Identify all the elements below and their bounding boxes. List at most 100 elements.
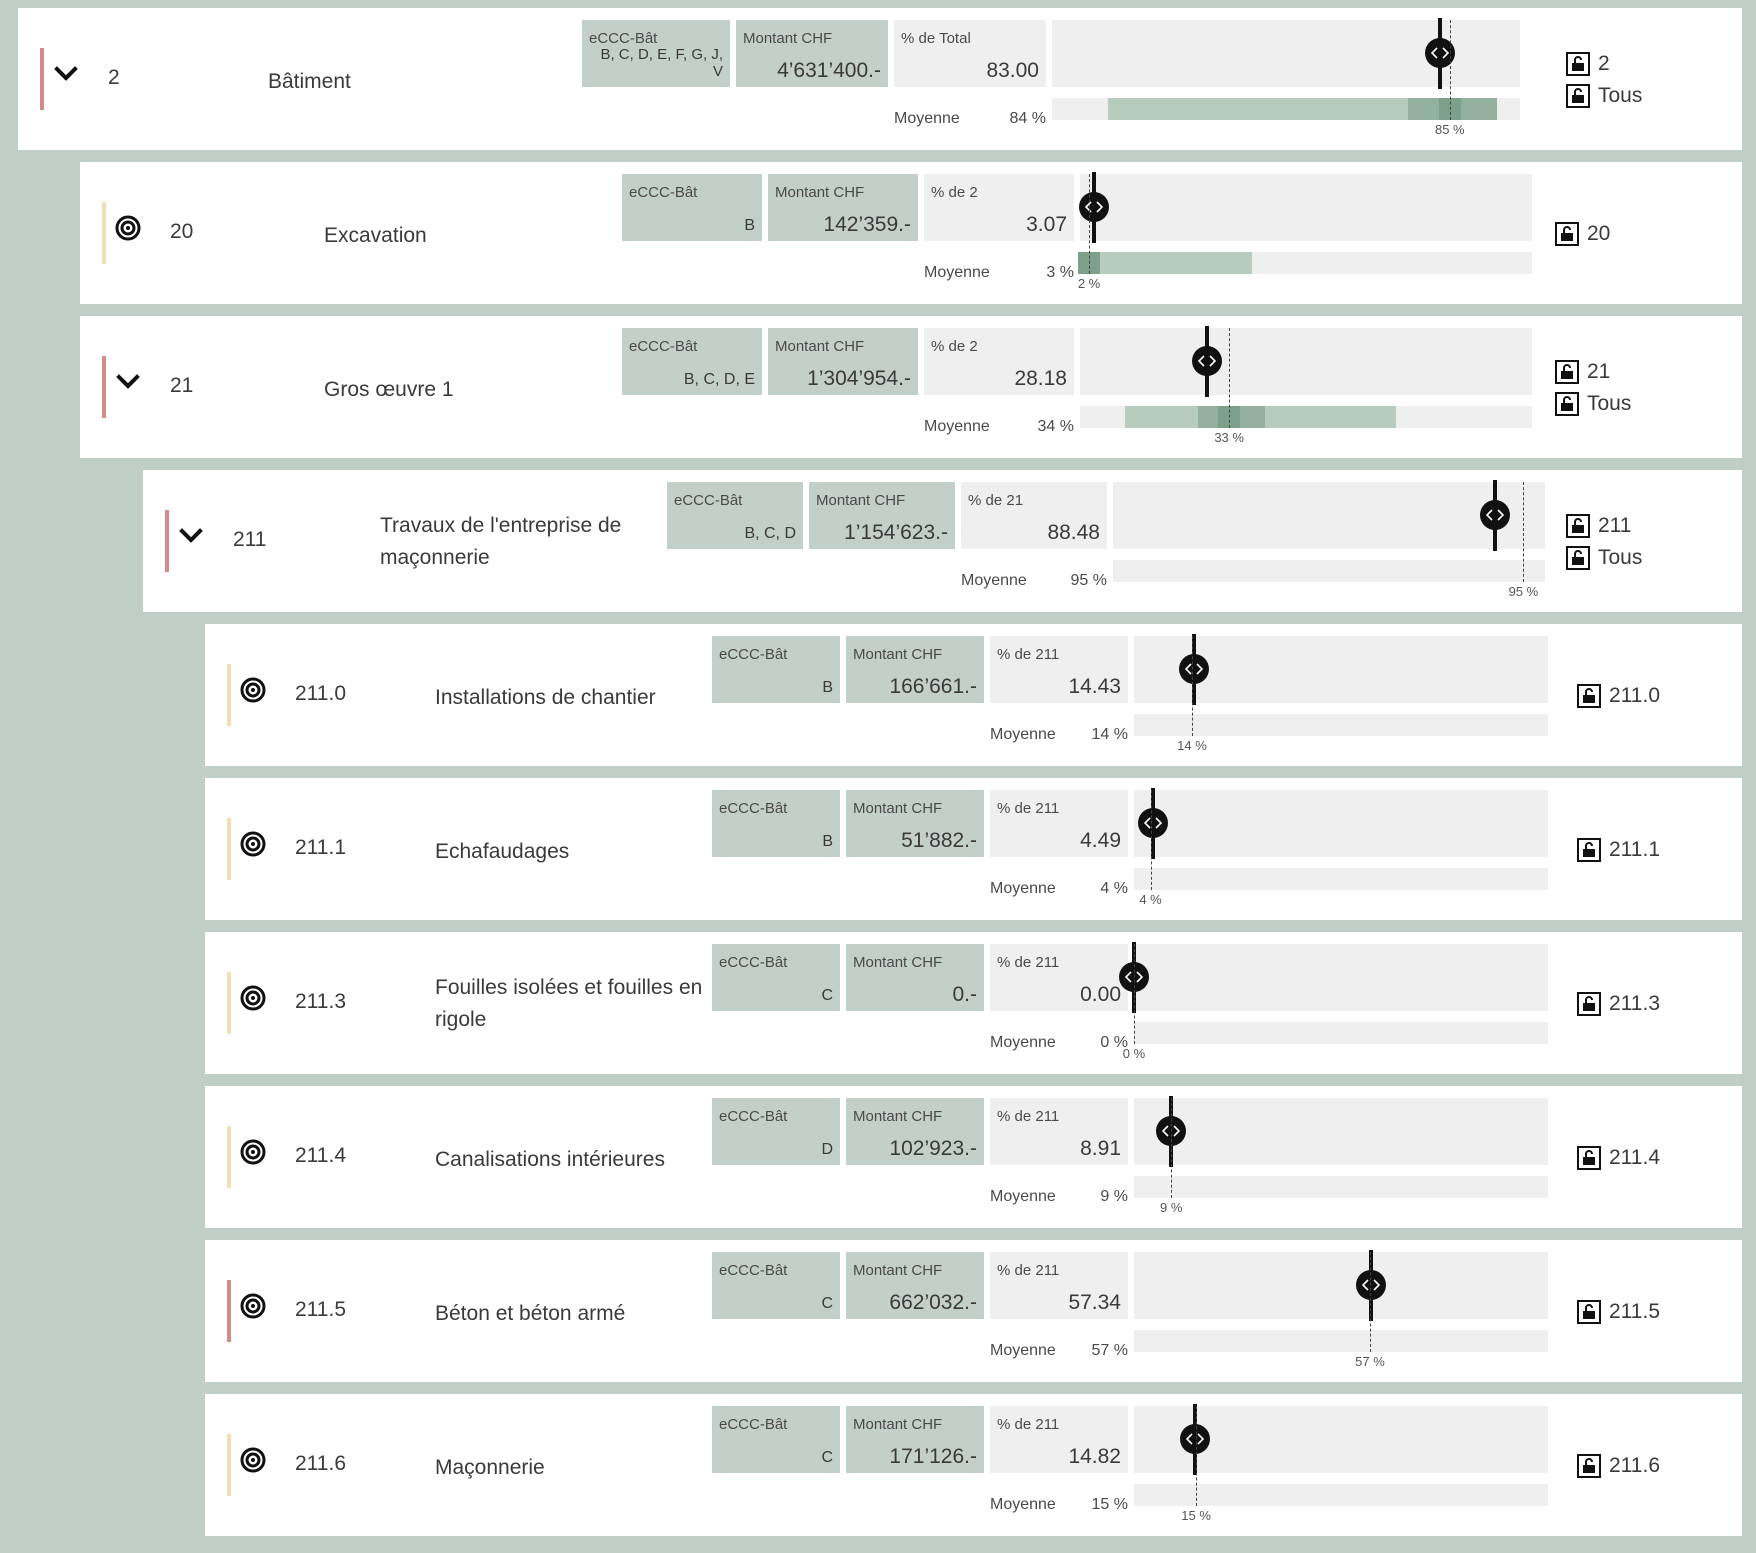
eccc-bat-label: eCCC-Bât [719, 954, 788, 971]
lock-row-button[interactable]: 211.4 [1577, 1142, 1660, 1174]
lock-all-button[interactable]: Tous [1566, 80, 1642, 112]
percent-slider-track[interactable] [1119, 942, 1548, 1013]
percent-slider-track[interactable] [1113, 480, 1545, 551]
moyenne-label: Moyenne [990, 1342, 1056, 1359]
lock-row-button[interactable]: 211.3 [1577, 988, 1660, 1020]
lock-row-button[interactable]: 211.0 [1577, 680, 1660, 712]
percent-value[interactable]: 0.00 [1080, 983, 1121, 1007]
lock-all-button[interactable]: Tous [1555, 388, 1631, 420]
eccc-bat-label: eCCC-Bât [719, 1416, 788, 1433]
target-icon[interactable] [239, 1446, 279, 1486]
average-range-track [1134, 868, 1548, 890]
target-icon[interactable] [239, 1138, 279, 1178]
lock-row-button[interactable]: 211.6 [1577, 1450, 1660, 1482]
percent-label: % de 211 [997, 954, 1060, 971]
montant-chf-label: Montant CHF [743, 30, 833, 47]
average-range-bar [1080, 252, 1252, 274]
cost-row: 211.3 Fouilles isolées et fouilles en rig… [205, 932, 1742, 1074]
percent-value[interactable]: 8.91 [1080, 1137, 1121, 1161]
slider-handle-icon[interactable] [1178, 654, 1209, 684]
montant-chf-value: 166’661.- [889, 675, 977, 698]
expand-toggle-chevron-down-icon[interactable] [177, 522, 217, 562]
percent-slider-track[interactable] [1080, 326, 1532, 397]
moyenne-label: Moyenne [990, 1496, 1056, 1513]
lock-row-button[interactable]: 211 [1566, 510, 1642, 542]
target-icon[interactable] [239, 830, 279, 870]
row-name: Installations de chantier [435, 686, 656, 709]
expand-toggle-chevron-down-icon[interactable] [114, 368, 154, 408]
eccc-bat-value: B, C, D, E, F, G, J, V [600, 46, 723, 80]
percent-slider-track[interactable] [1134, 1096, 1548, 1167]
average-percent-tick: 15 % [1181, 1508, 1211, 1523]
percent-label: % de Total [901, 30, 971, 47]
row-accent-bar [227, 664, 231, 726]
slider-handle-icon[interactable] [1078, 192, 1109, 222]
percent-slider-track[interactable] [1078, 172, 1532, 243]
row-code: 211 [233, 528, 267, 551]
montant-chf-box: Montant CHF 142’359.- [768, 174, 918, 241]
percent-slider-track[interactable] [1134, 788, 1548, 859]
lock-open-icon [1555, 360, 1579, 384]
slider-handle-icon[interactable] [1480, 500, 1511, 530]
percent-value[interactable]: 4.49 [1080, 829, 1121, 853]
lock-label: 211.0 [1609, 684, 1660, 707]
lock-row-button[interactable]: 2 [1566, 48, 1642, 80]
eccc-bat-box: eCCC-Bât B [622, 174, 762, 241]
lock-group: 211 Tous [1566, 510, 1642, 574]
average-marker-line [1449, 20, 1451, 120]
lock-label: Tous [1598, 546, 1643, 569]
eccc-bat-box: eCCC-Bât C [712, 1252, 840, 1319]
percent-value[interactable]: 14.43 [1068, 675, 1121, 699]
percent-box: % de 211 57.34 [990, 1252, 1128, 1319]
row-accent-bar [102, 356, 106, 418]
target-icon[interactable] [239, 984, 279, 1024]
average-percent-tick: 2 % [1077, 276, 1101, 291]
eccc-bat-value: C [821, 1449, 833, 1466]
lock-all-button[interactable]: Tous [1566, 542, 1642, 574]
expand-toggle-chevron-down-icon[interactable] [52, 60, 92, 100]
target-icon[interactable] [114, 214, 154, 254]
percent-value[interactable]: 83.00 [986, 59, 1039, 83]
lock-row-button[interactable]: 211.5 [1577, 1296, 1660, 1328]
moyenne-value: 84 % [1009, 110, 1046, 127]
lock-row-button[interactable]: 21 [1555, 356, 1631, 388]
lock-open-icon [1555, 222, 1579, 246]
average-range-track [1080, 406, 1532, 428]
slider-handle-icon[interactable] [1192, 346, 1223, 376]
cost-row: 21 Gros œuvre 1 eCCC-Bât B, C, D, E Montant … [80, 316, 1742, 458]
lock-open-icon [1566, 84, 1590, 108]
lock-row-button[interactable]: 20 [1555, 218, 1610, 250]
percent-value[interactable]: 57.34 [1068, 1291, 1121, 1315]
cost-row: 211.6 Maçonnerie eCCC-Bât C Montant CHF 171’1… [205, 1394, 1742, 1536]
montant-chf-label: Montant CHF [853, 1108, 943, 1125]
percent-value[interactable]: 88.48 [1047, 521, 1100, 545]
lock-group: 211.3 [1577, 988, 1660, 1020]
percent-value[interactable]: 14.82 [1068, 1445, 1121, 1469]
percent-box: % de 2 3.07 [924, 174, 1074, 241]
percent-label: % de 211 [997, 1416, 1060, 1433]
lock-row-button[interactable]: 211.1 [1577, 834, 1660, 866]
percent-slider-track[interactable] [1134, 634, 1548, 705]
percent-slider-track[interactable] [1134, 1250, 1548, 1321]
target-icon[interactable] [239, 676, 279, 716]
eccc-bat-value: C [821, 987, 833, 1004]
montant-chf-value: 4’631’400.- [777, 59, 881, 82]
average-range-track [1078, 252, 1532, 274]
row-accent-bar [227, 1126, 231, 1188]
percent-value[interactable]: 28.18 [1014, 367, 1067, 391]
percent-value[interactable]: 3.07 [1026, 213, 1067, 237]
eccc-bat-box: eCCC-Bât C [712, 944, 840, 1011]
moyenne-value: 15 % [1091, 1496, 1128, 1513]
moyenne-value: 34 % [1037, 418, 1074, 435]
average-percent-tick: 9 % [1160, 1200, 1183, 1215]
target-icon[interactable] [239, 1292, 279, 1332]
eccc-bat-label: eCCC-Bât [719, 800, 788, 817]
row-accent-bar [102, 202, 106, 264]
lock-group: 2 Tous [1566, 48, 1642, 112]
slider-handle-icon[interactable] [1356, 1270, 1387, 1300]
slider-handle-icon[interactable] [1137, 808, 1168, 838]
eccc-bat-label: eCCC-Bât [674, 492, 743, 509]
slider-handle-icon[interactable] [1425, 38, 1456, 68]
montant-chf-box: Montant CHF 51’882.- [846, 790, 984, 857]
montant-chf-value: 1’154’623.- [844, 521, 948, 544]
